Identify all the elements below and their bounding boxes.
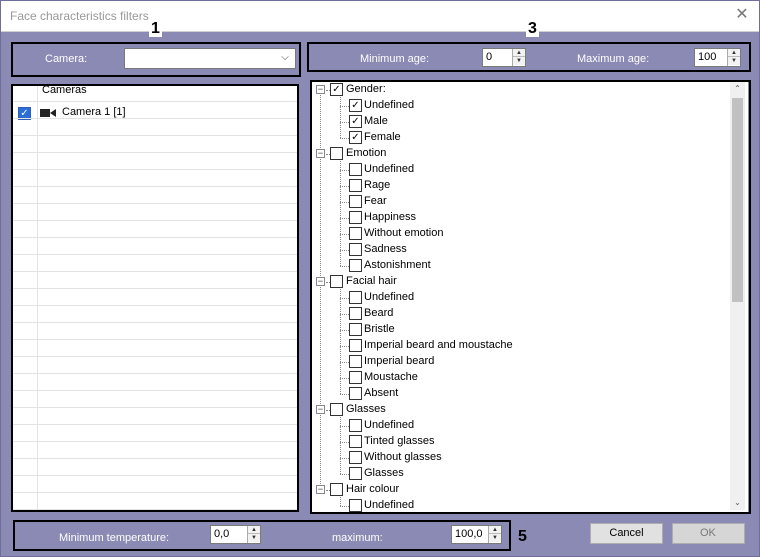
spin-down-icon[interactable]: ▼ xyxy=(728,57,740,65)
callout-5: 5 xyxy=(518,528,527,545)
max-temperature-spin-buttons[interactable]: ▲ ▼ xyxy=(488,526,501,543)
min-age-spin-buttons[interactable]: ▲ ▼ xyxy=(512,49,525,66)
window-title: Face characteristics filters xyxy=(10,9,149,23)
callout-1: 1 xyxy=(149,20,162,37)
max-age-spin-buttons[interactable]: ▲ ▼ xyxy=(727,49,740,66)
tree-frame xyxy=(310,80,751,514)
spin-down-icon[interactable]: ▼ xyxy=(248,534,260,542)
min-temperature-spin-buttons[interactable]: ▲ ▼ xyxy=(247,526,260,543)
max-temperature-label: maximum: xyxy=(332,532,383,544)
spin-up-icon[interactable]: ▲ xyxy=(728,49,740,57)
cameras-frame xyxy=(11,84,299,512)
close-icon[interactable]: ✕ xyxy=(733,6,751,24)
max-age-label: Maximum age: xyxy=(577,53,650,65)
max-age-spinner[interactable]: 100 ▲ ▼ xyxy=(694,48,741,67)
face-filters-window: Face characteristics filters ✕ 1 3 2 4 5… xyxy=(0,0,760,557)
spin-up-icon[interactable]: ▲ xyxy=(489,526,501,534)
chevron-down-icon: ⌵ xyxy=(281,52,289,63)
title-bar: Face characteristics filters ✕ xyxy=(1,1,759,32)
min-age-spinner[interactable]: 0 ▲ ▼ xyxy=(482,48,526,67)
spin-down-icon[interactable]: ▼ xyxy=(513,57,525,65)
min-temperature-label: Minimum temperature: xyxy=(59,532,170,544)
spin-up-icon[interactable]: ▲ xyxy=(513,49,525,57)
min-temperature-value: 0,0 xyxy=(214,528,230,540)
callout-3: 3 xyxy=(526,20,539,37)
min-age-label: Minimum age: xyxy=(360,53,430,65)
max-temperature-spinner[interactable]: 100,0 ▲ ▼ xyxy=(451,525,502,544)
min-temperature-spinner[interactable]: 0,0 ▲ ▼ xyxy=(210,525,261,544)
camera-select[interactable]: ⌵ xyxy=(124,48,296,69)
max-age-value: 100 xyxy=(698,51,717,63)
min-age-value: 0 xyxy=(486,51,493,63)
camera-label: Camera: xyxy=(45,53,88,65)
spin-down-icon[interactable]: ▼ xyxy=(489,534,501,542)
spin-up-icon[interactable]: ▲ xyxy=(248,526,260,534)
ok-button[interactable]: OK xyxy=(672,523,745,544)
max-temperature-value: 100,0 xyxy=(455,528,483,540)
cancel-button[interactable]: Cancel xyxy=(590,523,663,544)
